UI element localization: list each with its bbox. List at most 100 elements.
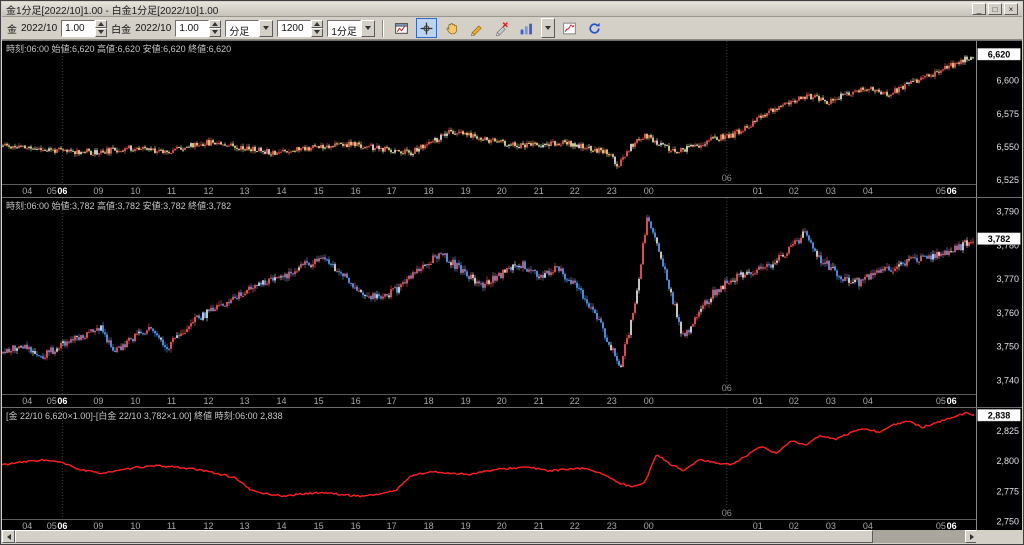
platinum-multiplier-value[interactable]: 1.00 — [175, 20, 209, 37]
svg-text:6,550: 6,550 — [996, 142, 1019, 152]
gold-multiplier-up-icon[interactable] — [95, 20, 107, 29]
erase-line-icon[interactable] — [491, 18, 512, 38]
period-value: 1分足 — [327, 20, 361, 37]
svg-text:22: 22 — [570, 186, 580, 196]
svg-text:03: 03 — [826, 396, 836, 406]
pan-hand-icon[interactable] — [441, 18, 462, 38]
svg-text:18: 18 — [424, 186, 434, 196]
svg-text:16: 16 — [351, 396, 361, 406]
bar-type-select[interactable]: 分足 — [225, 20, 273, 37]
svg-text:09: 09 — [93, 186, 103, 196]
bar-type-value: 分足 — [225, 20, 259, 37]
bar-count-down-icon[interactable] — [311, 28, 323, 37]
svg-text:21: 21 — [534, 186, 544, 196]
minimize-icon[interactable]: _ — [972, 3, 986, 15]
svg-text:04: 04 — [22, 396, 32, 406]
svg-text:15: 15 — [314, 396, 324, 406]
scrollbar-track[interactable] — [873, 530, 965, 543]
gold-multiplier-down-icon[interactable] — [95, 28, 107, 37]
scrollbar-thumb[interactable] — [15, 530, 873, 543]
svg-text:17: 17 — [387, 186, 397, 196]
chevron-down-icon[interactable] — [361, 20, 375, 37]
draw-line-icon[interactable] — [466, 18, 487, 38]
svg-text:13: 13 — [239, 186, 249, 196]
svg-text:22: 22 — [570, 396, 580, 406]
svg-text:00: 00 — [644, 396, 654, 406]
platinum-candles-plot[interactable]: 0405060910111213141516171819202122230001… — [2, 198, 1022, 407]
svg-text:14: 14 — [276, 186, 286, 196]
svg-text:3,782: 3,782 — [988, 234, 1011, 244]
maximize-icon[interactable]: □ — [988, 3, 1002, 15]
svg-text:04: 04 — [863, 186, 873, 196]
svg-text:06: 06 — [722, 173, 732, 183]
svg-text:11: 11 — [167, 186, 176, 196]
svg-text:06: 06 — [947, 396, 957, 406]
svg-text:2,838: 2,838 — [988, 411, 1011, 421]
chevron-down-icon[interactable] — [259, 20, 273, 37]
platinum-multiplier-down-icon[interactable] — [209, 28, 221, 37]
horizontal-scrollbar[interactable] — [2, 530, 978, 543]
svg-text:3,760: 3,760 — [996, 308, 1019, 318]
svg-text:17: 17 — [387, 396, 397, 406]
svg-text:3,790: 3,790 — [996, 207, 1019, 217]
svg-text:3,740: 3,740 — [996, 376, 1019, 386]
svg-text:05: 05 — [47, 396, 57, 406]
gold-ohlc-readout: 時刻:06:00 始値:6,620 高値:6,620 安値:6,620 終値:6… — [6, 42, 231, 55]
indicators-dropdown-icon[interactable] — [541, 18, 555, 38]
reload-icon[interactable] — [584, 18, 605, 38]
svg-text:19: 19 — [461, 186, 471, 196]
svg-text:03: 03 — [826, 186, 836, 196]
svg-text:6,575: 6,575 — [996, 109, 1019, 119]
gold-month-label: 2022/10 — [21, 23, 57, 34]
platinum-month-label: 2022/10 — [135, 23, 171, 34]
indicators-icon[interactable] — [516, 18, 537, 38]
close-icon[interactable]: × — [1004, 3, 1018, 15]
svg-text:12: 12 — [203, 396, 213, 406]
spread-chart-panel: [金 22/10 6,620×1.00]-[白金 22/10 3,782×1.0… — [2, 407, 1022, 532]
crosshair-icon[interactable] — [416, 18, 437, 38]
svg-text:23: 23 — [607, 186, 617, 196]
svg-text:2,800: 2,800 — [996, 456, 1019, 466]
svg-text:10: 10 — [130, 396, 140, 406]
svg-text:01: 01 — [753, 396, 763, 406]
platinum-label: 白金 — [111, 21, 131, 36]
bar-count-value[interactable]: 1200 — [277, 20, 311, 37]
gold-multiplier-stepper[interactable]: 1.00 — [61, 20, 107, 37]
svg-text:16: 16 — [351, 186, 361, 196]
scrollbar-corner — [976, 530, 1022, 543]
spread-line-plot[interactable]: 0405060910111213141516171819202122230001… — [2, 408, 1022, 532]
toolbar: 金 2022/10 1.00 白金 2022/10 1.00 分足 1200 — [2, 17, 1022, 40]
svg-text:06: 06 — [947, 186, 957, 196]
chart-layout-icon[interactable] — [391, 18, 412, 38]
gold-multiplier-value[interactable]: 1.00 — [61, 20, 95, 37]
bar-count-stepper[interactable]: 1200 — [277, 20, 323, 37]
svg-text:3,750: 3,750 — [996, 342, 1019, 352]
svg-text:19: 19 — [461, 396, 471, 406]
svg-text:05: 05 — [936, 396, 946, 406]
gold-candles-plot[interactable]: 0405060910111213141516171819202122230001… — [2, 41, 1022, 197]
platinum-multiplier-stepper[interactable]: 1.00 — [175, 20, 221, 37]
titlebar[interactable]: 金1分足[2022/10]1.00 - 白金1分足[2022/10]1.00 _… — [2, 2, 1022, 17]
svg-text:21: 21 — [534, 396, 544, 406]
svg-text:18: 18 — [424, 396, 434, 406]
gold-label: 金 — [7, 21, 17, 36]
svg-text:6,600: 6,600 — [996, 76, 1019, 86]
bar-count-up-icon[interactable] — [311, 20, 323, 29]
svg-text:2,825: 2,825 — [996, 426, 1019, 436]
svg-text:20: 20 — [497, 396, 507, 406]
svg-text:20: 20 — [497, 186, 507, 196]
svg-text:04: 04 — [863, 396, 873, 406]
window-title: 金1分足[2022/10]1.00 - 白金1分足[2022/10]1.00 — [6, 2, 218, 17]
svg-text:06: 06 — [57, 396, 67, 406]
gold-chart-panel: 時刻:06:00 始値:6,620 高値:6,620 安値:6,620 終値:6… — [2, 40, 1022, 197]
chart-area: 時刻:06:00 始値:6,620 高値:6,620 安値:6,620 終値:6… — [2, 40, 1022, 532]
svg-text:02: 02 — [789, 186, 799, 196]
platinum-chart-panel: 時刻:06:00 始値:3,782 高値:3,782 安値:3,782 終値:3… — [2, 197, 1022, 407]
period-select[interactable]: 1分足 — [327, 20, 375, 37]
svg-text:13: 13 — [239, 396, 249, 406]
toolbar-separator — [382, 20, 384, 37]
chart-style-icon[interactable] — [559, 18, 580, 38]
svg-text:6,525: 6,525 — [996, 175, 1019, 185]
scroll-left-icon[interactable] — [2, 530, 15, 543]
platinum-multiplier-up-icon[interactable] — [209, 20, 221, 29]
